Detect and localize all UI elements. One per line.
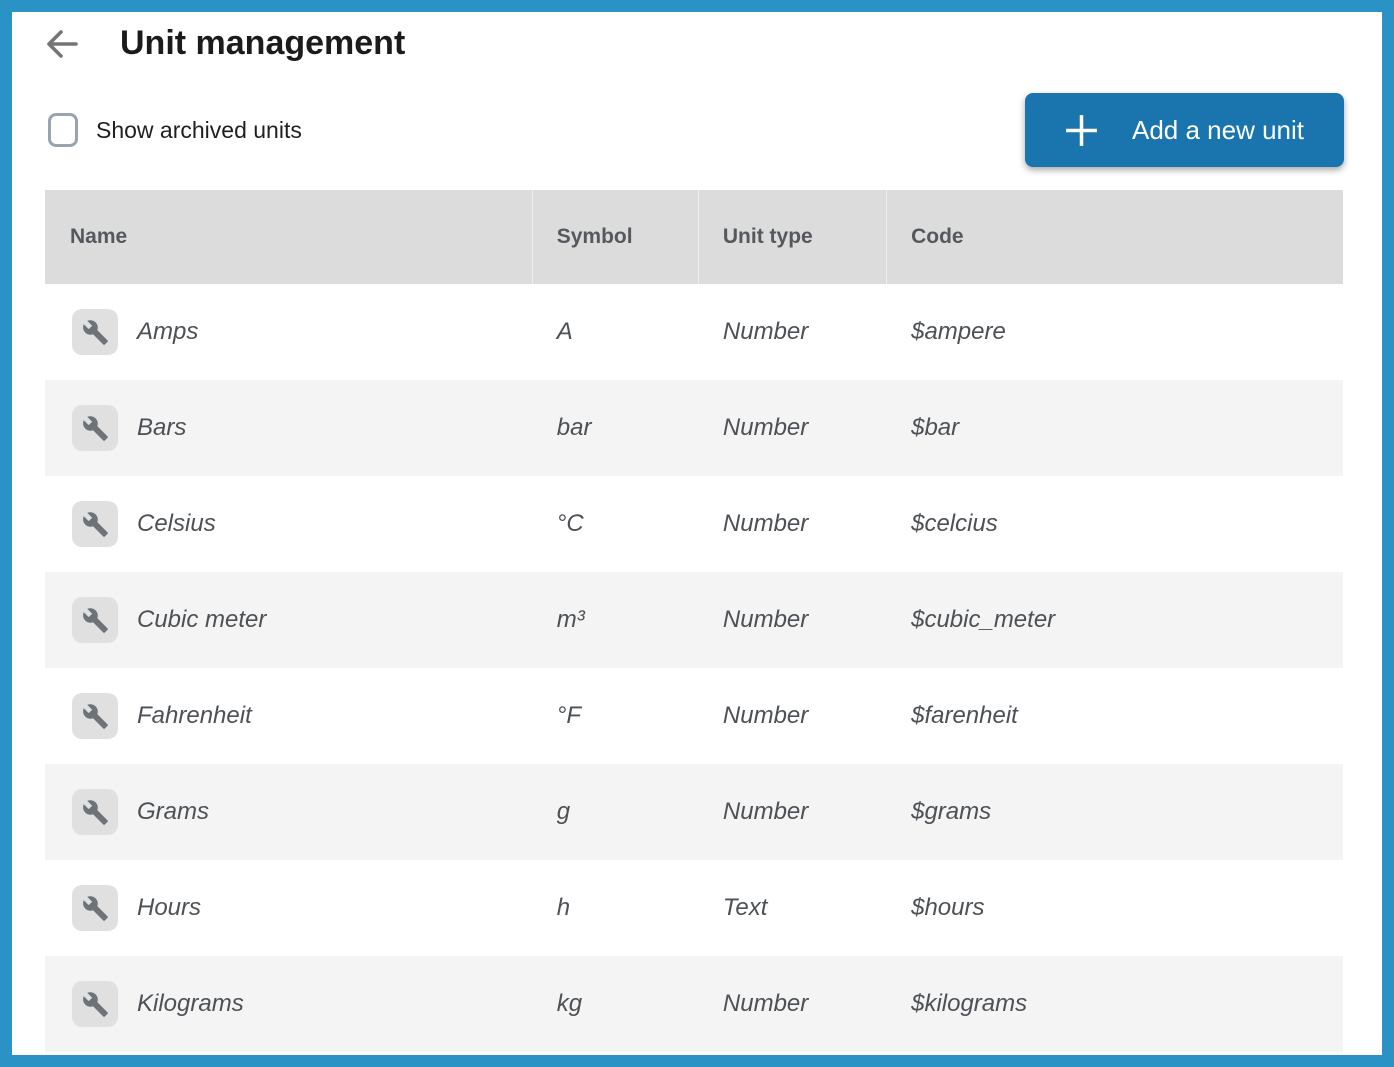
back-button[interactable] bbox=[42, 26, 80, 62]
unit-name: Grams bbox=[137, 798, 209, 826]
app-window: Unit management Show archived units Add … bbox=[0, 0, 1394, 1067]
table-row: Fahrenheit °F Number $farenheit bbox=[45, 668, 1343, 764]
wrench-icon bbox=[82, 415, 109, 442]
wrench-icon bbox=[82, 511, 109, 538]
wrench-icon bbox=[82, 895, 109, 922]
column-header-name: Name bbox=[45, 225, 532, 249]
name-cell: Grams bbox=[45, 789, 532, 835]
toolbar: Show archived units Add a new unit bbox=[12, 93, 1382, 167]
wrench-icon bbox=[82, 799, 109, 826]
edit-unit-button[interactable] bbox=[72, 597, 118, 643]
unit-name: Celsius bbox=[137, 510, 216, 538]
unit-name: Kilograms bbox=[137, 990, 244, 1018]
edit-unit-button[interactable] bbox=[72, 405, 118, 451]
unit-code: $ampere bbox=[886, 318, 1343, 346]
table-row: Grams g Number $grams bbox=[45, 764, 1343, 860]
units-table: Name Symbol Unit type Code Amps A Number… bbox=[45, 190, 1343, 1052]
wrench-icon bbox=[82, 607, 109, 634]
unit-type: Number bbox=[698, 606, 886, 634]
unit-code: $bar bbox=[886, 414, 1343, 442]
unit-symbol: h bbox=[532, 894, 698, 922]
name-cell: Hours bbox=[45, 885, 532, 931]
column-header-symbol: Symbol bbox=[532, 190, 698, 284]
table-row: Bars bar Number $bar bbox=[45, 380, 1343, 476]
unit-symbol: m³ bbox=[532, 606, 698, 634]
name-cell: Fahrenheit bbox=[45, 693, 532, 739]
unit-name: Cubic meter bbox=[137, 606, 266, 634]
name-cell: Bars bbox=[45, 405, 532, 451]
unit-name: Amps bbox=[137, 318, 198, 346]
plus-icon bbox=[1063, 112, 1100, 149]
edit-unit-button[interactable] bbox=[72, 693, 118, 739]
edit-unit-button[interactable] bbox=[72, 789, 118, 835]
unit-symbol: °F bbox=[532, 702, 698, 730]
unit-type: Number bbox=[698, 318, 886, 346]
unit-symbol: g bbox=[532, 798, 698, 826]
unit-name: Fahrenheit bbox=[137, 702, 252, 730]
column-header-unit-type: Unit type bbox=[698, 190, 886, 284]
add-new-unit-button[interactable]: Add a new unit bbox=[1025, 93, 1344, 167]
unit-code: $grams bbox=[886, 798, 1343, 826]
wrench-icon bbox=[82, 991, 109, 1018]
wrench-icon bbox=[82, 319, 109, 346]
table-row: Cubic meter m³ Number $cubic_meter bbox=[45, 572, 1343, 668]
unit-symbol: °C bbox=[532, 510, 698, 538]
page-title: Unit management bbox=[120, 24, 405, 63]
wrench-icon bbox=[82, 703, 109, 730]
unit-code: $celcius bbox=[886, 510, 1343, 538]
name-cell: Kilograms bbox=[45, 981, 532, 1027]
show-archived-label: Show archived units bbox=[96, 117, 302, 144]
name-cell: Amps bbox=[45, 309, 532, 355]
unit-type: Number bbox=[698, 702, 886, 730]
unit-code: $hours bbox=[886, 894, 1343, 922]
table-row: Amps A Number $ampere bbox=[45, 284, 1343, 380]
table-header-row: Name Symbol Unit type Code bbox=[45, 190, 1343, 284]
unit-type: Number bbox=[698, 510, 886, 538]
unit-code: $cubic_meter bbox=[886, 606, 1343, 634]
unit-code: $farenheit bbox=[886, 702, 1343, 730]
edit-unit-button[interactable] bbox=[72, 309, 118, 355]
page-header: Unit management bbox=[12, 12, 1382, 63]
unit-name: Bars bbox=[137, 414, 186, 442]
edit-unit-button[interactable] bbox=[72, 885, 118, 931]
show-archived-checkbox[interactable] bbox=[48, 113, 78, 147]
table-row: Kilograms kg Number $kilograms bbox=[45, 956, 1343, 1052]
arrow-left-icon bbox=[42, 26, 80, 62]
unit-type: Number bbox=[698, 990, 886, 1018]
unit-type: Number bbox=[698, 798, 886, 826]
unit-type: Text bbox=[698, 894, 886, 922]
unit-name: Hours bbox=[137, 894, 201, 922]
column-header-code: Code bbox=[886, 190, 1343, 284]
edit-unit-button[interactable] bbox=[72, 981, 118, 1027]
name-cell: Cubic meter bbox=[45, 597, 532, 643]
unit-symbol: A bbox=[532, 318, 698, 346]
name-cell: Celsius bbox=[45, 501, 532, 547]
unit-code: $kilograms bbox=[886, 990, 1343, 1018]
table-row: Celsius °C Number $celcius bbox=[45, 476, 1343, 572]
unit-symbol: bar bbox=[532, 414, 698, 442]
unit-type: Number bbox=[698, 414, 886, 442]
table-body: Amps A Number $ampere Bars bar Number $b… bbox=[45, 284, 1343, 1052]
show-archived-group: Show archived units bbox=[48, 113, 302, 147]
table-row: Hours h Text $hours bbox=[45, 860, 1343, 956]
add-new-unit-label: Add a new unit bbox=[1132, 115, 1304, 146]
unit-symbol: kg bbox=[532, 990, 698, 1018]
edit-unit-button[interactable] bbox=[72, 501, 118, 547]
